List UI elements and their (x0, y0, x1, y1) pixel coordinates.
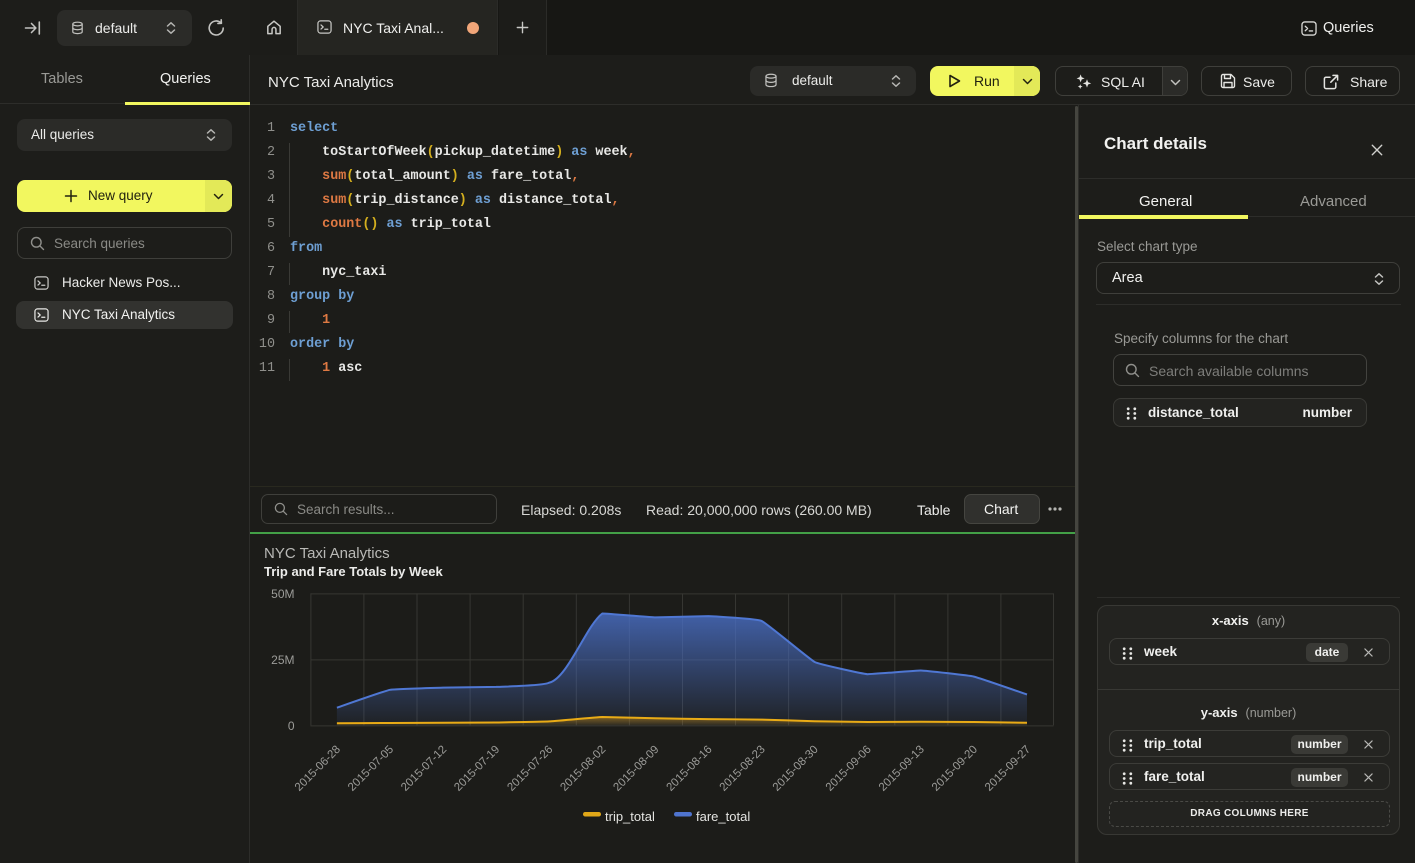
svg-text:fare_total: fare_total (696, 809, 750, 824)
svg-text:trip_total: trip_total (605, 809, 655, 824)
svg-text:2015-07-19: 2015-07-19 (452, 744, 502, 794)
svg-text:2015-08-30: 2015-08-30 (771, 744, 821, 794)
svg-text:2015-08-23: 2015-08-23 (718, 744, 768, 794)
svg-text:2015-07-12: 2015-07-12 (399, 744, 449, 794)
svg-text:2015-08-16: 2015-08-16 (665, 744, 715, 794)
svg-text:2015-09-06: 2015-09-06 (824, 744, 874, 794)
svg-text:2015-07-26: 2015-07-26 (505, 744, 555, 794)
svg-text:0: 0 (288, 719, 295, 733)
svg-text:2015-09-27: 2015-09-27 (983, 744, 1033, 794)
svg-text:2015-08-02: 2015-08-02 (558, 744, 608, 794)
svg-text:2015-09-13: 2015-09-13 (877, 744, 927, 794)
svg-text:25M: 25M (271, 653, 294, 667)
svg-text:2015-09-20: 2015-09-20 (930, 744, 980, 794)
svg-text:50M: 50M (271, 587, 294, 601)
svg-text:2015-07-05: 2015-07-05 (346, 744, 396, 794)
svg-text:2015-08-09: 2015-08-09 (611, 744, 661, 794)
svg-text:2015-06-28: 2015-06-28 (293, 744, 343, 794)
